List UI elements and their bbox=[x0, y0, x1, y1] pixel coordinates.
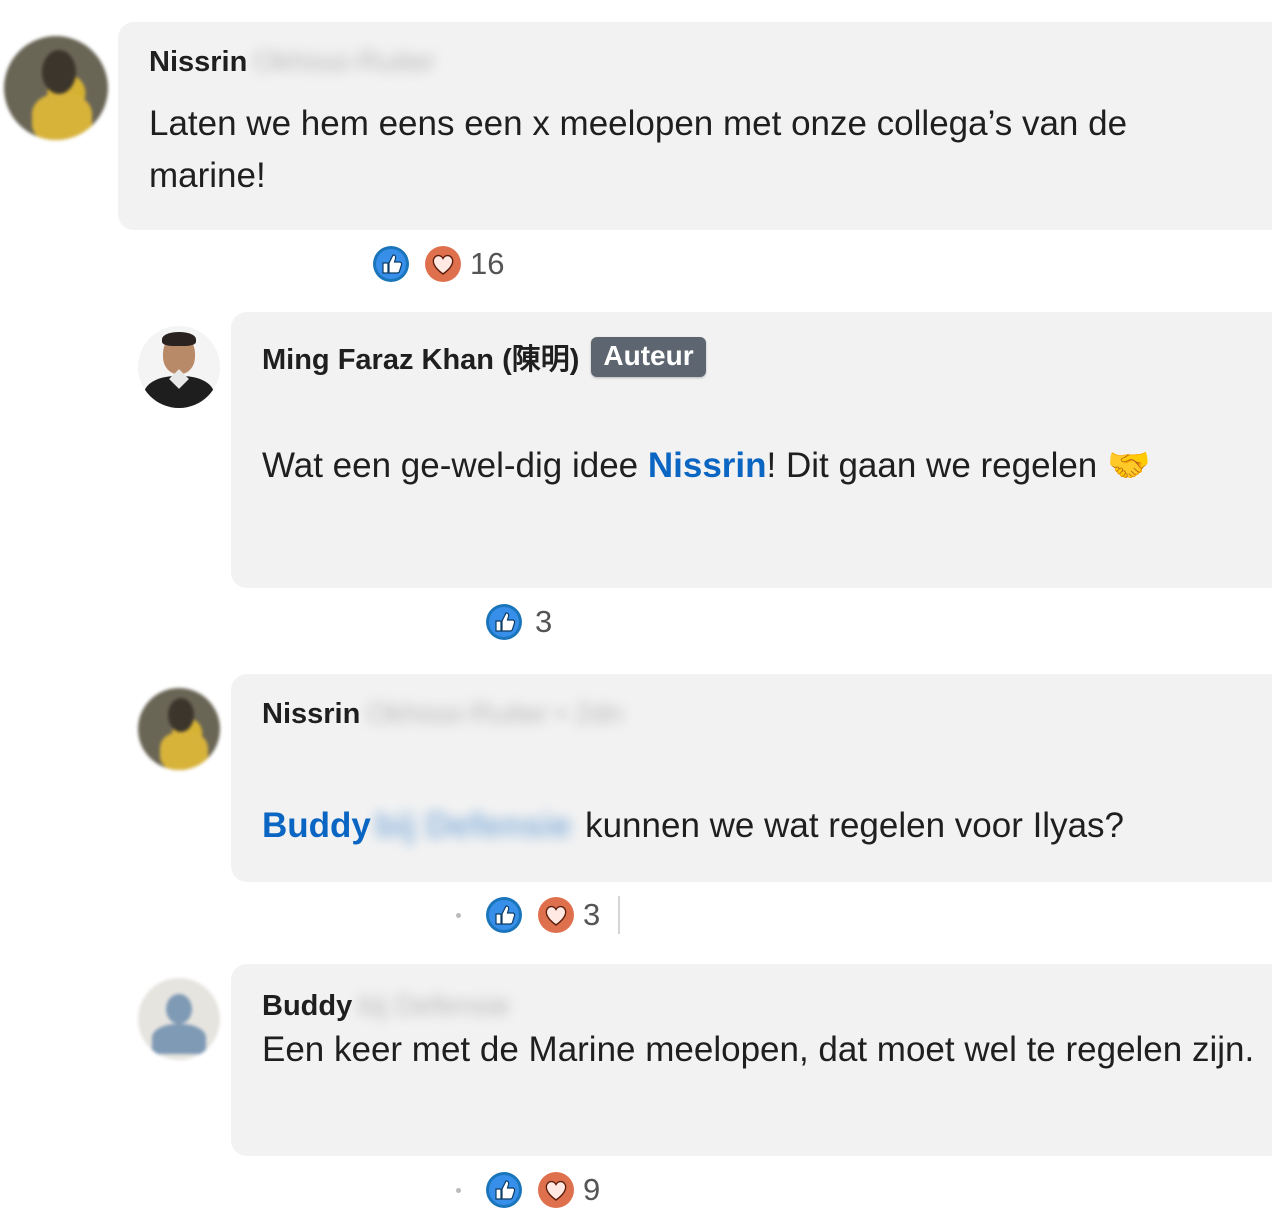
author-name[interactable]: Buddy bbox=[262, 990, 352, 1023]
mention-link[interactable]: Nissrin bbox=[648, 446, 767, 485]
separator-dot bbox=[456, 912, 461, 918]
author-name[interactable]: Ming Faraz Khan (陳明) bbox=[262, 336, 579, 378]
divider bbox=[618, 896, 621, 934]
like-icon bbox=[372, 245, 410, 283]
love-icon bbox=[537, 1171, 575, 1209]
comment-text: Een keer met de Marine meelopen, dat moe… bbox=[262, 1030, 1255, 1069]
reaction-count[interactable]: 3 bbox=[583, 897, 600, 933]
reactions-bar[interactable]: 9 bbox=[456, 1170, 600, 1210]
comment-author[interactable]: Ming Faraz Khan (陳明) Auteur bbox=[262, 336, 706, 378]
reaction-count[interactable]: 16 bbox=[470, 246, 504, 282]
like-icon bbox=[485, 603, 523, 641]
avatar[interactable] bbox=[138, 978, 220, 1060]
text-after: ! Dit gaan we regelen 🤝 bbox=[766, 446, 1151, 485]
author-name[interactable]: Nissrin bbox=[262, 698, 360, 731]
mention-link[interactable]: Buddy bbox=[262, 806, 371, 845]
author-surname-blurred: Okhissi-Ruiter • 2dn bbox=[366, 698, 624, 730]
love-icon bbox=[537, 896, 575, 934]
like-icon bbox=[485, 896, 523, 934]
comment-author[interactable]: Buddy bij Defensie bbox=[262, 990, 510, 1023]
comment-text: Wat een ge-wel-dig idee Nissrin! Dit gaa… bbox=[262, 440, 1262, 492]
text-after: kunnen we wat regelen voor Ilyas? bbox=[585, 806, 1125, 845]
avatar[interactable] bbox=[138, 688, 220, 770]
author-name[interactable]: Nissrin bbox=[149, 46, 247, 79]
reactions-bar[interactable]: 3 bbox=[456, 895, 621, 935]
reaction-count[interactable]: 3 bbox=[535, 604, 552, 640]
comment-author[interactable]: Nissrin Okhissi-Ruiter bbox=[149, 46, 435, 79]
author-surname-blurred: bij Defensie bbox=[358, 990, 510, 1022]
comment-text: Buddy bij Defensie kunnen we wat regelen … bbox=[262, 800, 1262, 852]
reactions-bar[interactable]: 3 bbox=[485, 602, 552, 642]
like-icon bbox=[485, 1171, 523, 1209]
mention-blurred: bij Defensie bbox=[374, 806, 572, 845]
separator-dot bbox=[456, 1187, 461, 1193]
reactions-bar[interactable]: 16 bbox=[372, 244, 504, 284]
comment-text: Laten we hem eens een x meelopen met onz… bbox=[149, 104, 1128, 195]
author-badge: Auteur bbox=[591, 337, 706, 377]
text-before: Wat een ge-wel-dig idee bbox=[262, 446, 648, 485]
comment-author[interactable]: Nissrin Okhissi-Ruiter • 2dn bbox=[262, 698, 623, 731]
avatar[interactable] bbox=[138, 326, 220, 408]
reaction-count[interactable]: 9 bbox=[583, 1172, 600, 1208]
author-surname-blurred: Okhissi-Ruiter bbox=[253, 46, 436, 78]
avatar[interactable] bbox=[4, 36, 108, 140]
love-icon bbox=[424, 245, 462, 283]
